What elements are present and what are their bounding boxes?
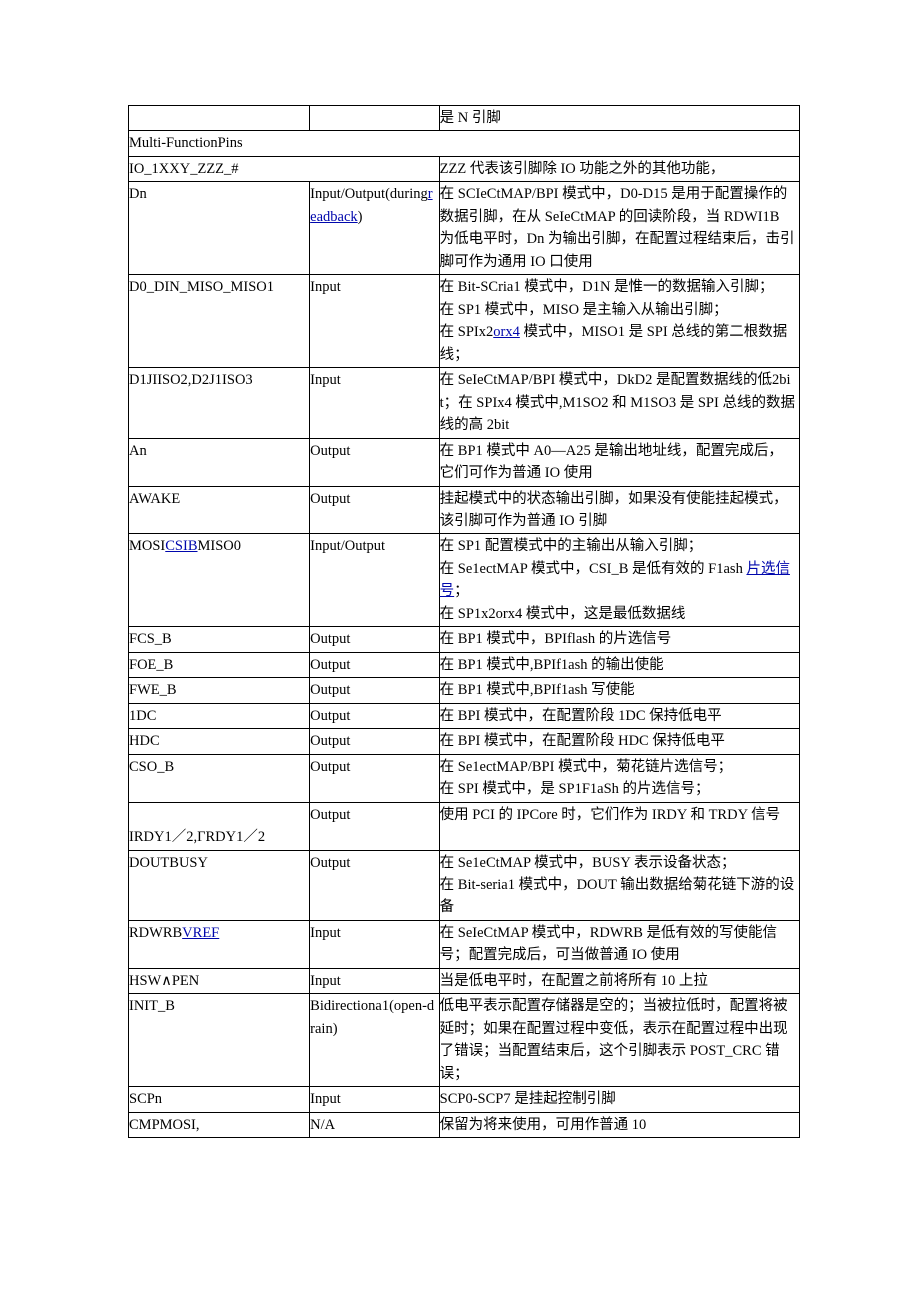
cell-name bbox=[129, 106, 310, 131]
cell-dir: Input bbox=[310, 968, 440, 993]
table-row: D1JIISO2,D2J1ISO3Input在 SeIeCtMAP/BPI 模式… bbox=[129, 368, 800, 438]
cell-desc: 在 BP1 模式中 A0—A25 是输出地址线，配置完成后，它们可作为普通 IO… bbox=[439, 438, 799, 486]
table-row: D0_DIN_MISO_MISO1Input在 Bit-SCria1 模式中，D… bbox=[129, 275, 800, 368]
cell-dir: Input bbox=[310, 1087, 440, 1112]
cell-dir: Output bbox=[310, 652, 440, 677]
cell-dir: Output bbox=[310, 678, 440, 703]
document-page: 是 N 引脚Multi-FunctionPinsIO_1XXY_ZZZ_#ZZZ… bbox=[0, 0, 920, 1301]
cell-desc: 在 SCIeCtMAP/BPI 模式中，D0-D15 是用于配置操作的数据引脚，… bbox=[439, 182, 799, 275]
link-text: VREF bbox=[182, 925, 219, 941]
cell-desc: 在 BP1 模式中,BPIf1ash 的输出使能 bbox=[439, 652, 799, 677]
cell-name: AWAKE bbox=[129, 486, 310, 534]
link-text: orx4 bbox=[493, 324, 520, 340]
cell-desc: 在 SeIeCtMAP 模式中，RDWRB 是低有效的写使能信号；配置完成后，可… bbox=[439, 920, 799, 968]
cell-name: SCPn bbox=[129, 1087, 310, 1112]
link-text: 片选信号 bbox=[440, 561, 790, 599]
cell-dir: Bidirectiona1(open-drain) bbox=[310, 994, 440, 1087]
cell-dir: Input/Output bbox=[310, 534, 440, 627]
table-row: FCS_BOutput在 BP1 模式中，BPIflash 的片选信号 bbox=[129, 627, 800, 652]
cell-name: D1JIISO2,D2J1ISO3 bbox=[129, 368, 310, 438]
cell-desc: 挂起模式中的状态输出引脚，如果没有使能挂起模式，该引脚可作为普通 IO 引脚 bbox=[439, 486, 799, 534]
cell-dir: Output bbox=[310, 754, 440, 802]
cell-name: CSO_B bbox=[129, 754, 310, 802]
table-row: DnInput/Output(duringreadback)在 SCIeCtMA… bbox=[129, 182, 800, 275]
table-row: CMPMOSI,N/A保留为将来使用，可用作普通 10 bbox=[129, 1112, 800, 1137]
cell-dir: Output bbox=[310, 438, 440, 486]
cell-name: IO_1XXY_ZZZ_# bbox=[129, 156, 440, 181]
cell-dir: Output bbox=[310, 703, 440, 728]
cell-dir: Output bbox=[310, 802, 440, 850]
cell-desc: 在 BP1 模式中，BPIflash 的片选信号 bbox=[439, 627, 799, 652]
table-row: CSO_BOutput在 Se1ectMAP/BPI 模式中，菊花链片选信号；在… bbox=[129, 754, 800, 802]
cell-desc: 在 SP1 配置模式中的主输出从输入引脚；在 Se1ectMAP 模式中，CSI… bbox=[439, 534, 799, 627]
link-text: CSIB bbox=[165, 538, 197, 554]
cell-name: Dn bbox=[129, 182, 310, 275]
table-row: 是 N 引脚 bbox=[129, 106, 800, 131]
table-row: DOUTBUSYOutput在 Se1eCtMAP 模式中，BUSY 表示设备状… bbox=[129, 850, 800, 920]
table-row: HDCOutput在 BPI 模式中，在配置阶段 HDC 保持低电平 bbox=[129, 729, 800, 754]
cell-desc: 在 BPI 模式中，在配置阶段 1DC 保持低电平 bbox=[439, 703, 799, 728]
table-row: HSW∧PENInput当是低电平时，在配置之前将所有 10 上拉 bbox=[129, 968, 800, 993]
cell-dir: Input bbox=[310, 368, 440, 438]
cell-name: HDC bbox=[129, 729, 310, 754]
cell: Multi-FunctionPins bbox=[129, 131, 800, 156]
cell-name: FOE_B bbox=[129, 652, 310, 677]
cell-dir: Input/Output(duringreadback) bbox=[310, 182, 440, 275]
table-row: FOE_BOutput在 BP1 模式中,BPIf1ash 的输出使能 bbox=[129, 652, 800, 677]
cell-desc: 在 Se1eCtMAP 模式中，BUSY 表示设备状态；在 Bit-seria1… bbox=[439, 850, 799, 920]
table-row: Multi-FunctionPins bbox=[129, 131, 800, 156]
cell-dir bbox=[310, 106, 440, 131]
cell-name: FWE_B bbox=[129, 678, 310, 703]
cell-name: MOSICSIBMISO0 bbox=[129, 534, 310, 627]
cell-name: RDWRBVREF bbox=[129, 920, 310, 968]
table-row: IO_1XXY_ZZZ_#ZZZ 代表该引脚除 IO 功能之外的其他功能， bbox=[129, 156, 800, 181]
table-row: MOSICSIBMISO0Input/Output在 SP1 配置模式中的主输出… bbox=[129, 534, 800, 627]
cell-desc: 在 Se1ectMAP/BPI 模式中，菊花链片选信号；在 SPI 模式中，是 … bbox=[439, 754, 799, 802]
cell-desc: 低电平表示配置存储器是空的；当被拉低时，配置将被延时；如果在配置过程中变低，表示… bbox=[439, 994, 799, 1087]
cell-dir: Output bbox=[310, 850, 440, 920]
cell-name: FCS_B bbox=[129, 627, 310, 652]
table-row: RDWRBVREFInput在 SeIeCtMAP 模式中，RDWRB 是低有效… bbox=[129, 920, 800, 968]
cell-desc: ZZZ 代表该引脚除 IO 功能之外的其他功能， bbox=[439, 156, 799, 181]
cell-desc: 在 BPI 模式中，在配置阶段 HDC 保持低电平 bbox=[439, 729, 799, 754]
cell-dir: Output bbox=[310, 627, 440, 652]
cell-name: 1DC bbox=[129, 703, 310, 728]
link-text: readback bbox=[310, 186, 432, 224]
table-row: SCPnInputSCP0-SCP7 是挂起控制引脚 bbox=[129, 1087, 800, 1112]
cell-name: D0_DIN_MISO_MISO1 bbox=[129, 275, 310, 368]
cell-dir: Output bbox=[310, 486, 440, 534]
table-row: 1DCOutput在 BPI 模式中，在配置阶段 1DC 保持低电平 bbox=[129, 703, 800, 728]
table-row: AnOutput在 BP1 模式中 A0—A25 是输出地址线，配置完成后，它们… bbox=[129, 438, 800, 486]
cell-dir: Input bbox=[310, 920, 440, 968]
cell-desc: 在 BP1 模式中,BPIf1ash 写使能 bbox=[439, 678, 799, 703]
cell-desc: 是 N 引脚 bbox=[439, 106, 799, 131]
cell-desc: 在 SeIeCtMAP/BPI 模式中，DkD2 是配置数据线的低2bit；在 … bbox=[439, 368, 799, 438]
cell-desc: 当是低电平时，在配置之前将所有 10 上拉 bbox=[439, 968, 799, 993]
cell-dir: Input bbox=[310, 275, 440, 368]
cell-desc: SCP0-SCP7 是挂起控制引脚 bbox=[439, 1087, 799, 1112]
cell-name: DOUTBUSY bbox=[129, 850, 310, 920]
table-row: FWE_BOutput在 BP1 模式中,BPIf1ash 写使能 bbox=[129, 678, 800, 703]
cell-desc: 在 Bit-SCria1 模式中，D1N 是惟一的数据输入引脚；在 SP1 模式… bbox=[439, 275, 799, 368]
table-row: IRDY1／2,ΓRDY1／2Output使用 PCI 的 IPCore 时，它… bbox=[129, 802, 800, 850]
cell-dir: Output bbox=[310, 729, 440, 754]
cell-name: CMPMOSI, bbox=[129, 1112, 310, 1137]
cell-name: An bbox=[129, 438, 310, 486]
cell-desc: 使用 PCI 的 IPCore 时，它们作为 IRDY 和 TRDY 信号 bbox=[439, 802, 799, 850]
cell-name: IRDY1／2,ΓRDY1／2 bbox=[129, 802, 310, 850]
cell-name: HSW∧PEN bbox=[129, 968, 310, 993]
cell-name: INIT_B bbox=[129, 994, 310, 1087]
pin-table: 是 N 引脚Multi-FunctionPinsIO_1XXY_ZZZ_#ZZZ… bbox=[128, 105, 800, 1138]
table-row: INIT_BBidirectiona1(open-drain)低电平表示配置存储… bbox=[129, 994, 800, 1087]
cell-desc: 保留为将来使用，可用作普通 10 bbox=[439, 1112, 799, 1137]
cell-dir: N/A bbox=[310, 1112, 440, 1137]
table-row: AWAKEOutput挂起模式中的状态输出引脚，如果没有使能挂起模式，该引脚可作… bbox=[129, 486, 800, 534]
